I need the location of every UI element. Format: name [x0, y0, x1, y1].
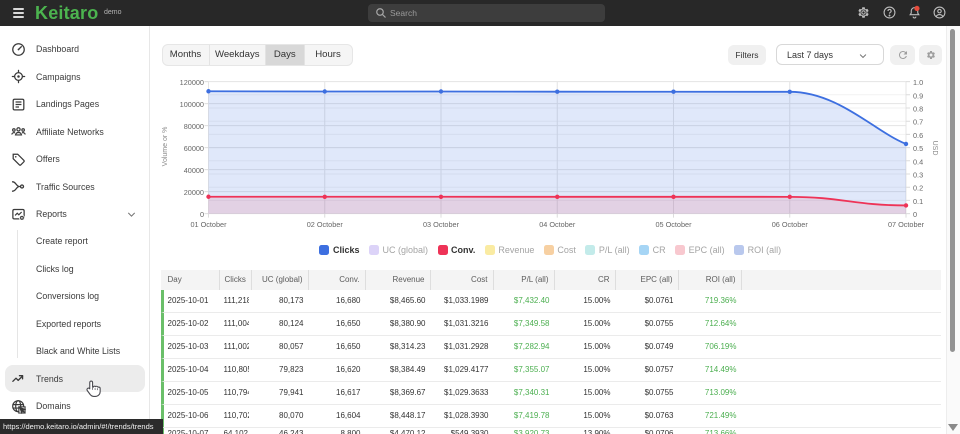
svg-text:0.5: 0.5: [913, 144, 923, 153]
svg-text:07 October: 07 October: [888, 220, 925, 229]
svg-text:0.6: 0.6: [913, 131, 923, 140]
svg-text:04 October: 04 October: [539, 220, 576, 229]
svg-text:0: 0: [200, 210, 204, 219]
svg-text:01 October: 01 October: [190, 220, 227, 229]
svg-text:40000: 40000: [184, 166, 204, 175]
svg-text:06 October: 06 October: [772, 220, 809, 229]
svg-text:60000: 60000: [184, 144, 204, 153]
svg-text:120000: 120000: [180, 78, 204, 87]
svg-text:03 October: 03 October: [423, 220, 460, 229]
svg-text:1.0: 1.0: [913, 78, 923, 87]
svg-text:0.4: 0.4: [913, 157, 923, 166]
svg-text:05 October: 05 October: [655, 220, 692, 229]
svg-text:0.3: 0.3: [913, 171, 923, 180]
svg-text:0.9: 0.9: [913, 91, 923, 100]
svg-text:USD: USD: [931, 141, 938, 156]
svg-text:0.7: 0.7: [913, 118, 923, 127]
svg-text:02 October: 02 October: [307, 220, 344, 229]
svg-text:0.2: 0.2: [913, 184, 923, 193]
svg-text:80000: 80000: [184, 122, 204, 131]
svg-text:0.8: 0.8: [913, 105, 923, 114]
svg-text:0: 0: [913, 210, 917, 219]
svg-text:100000: 100000: [180, 100, 204, 109]
svg-text:20000: 20000: [184, 188, 204, 197]
svg-text:Volume or %: Volume or %: [162, 127, 169, 167]
svg-text:0.1: 0.1: [913, 197, 923, 206]
